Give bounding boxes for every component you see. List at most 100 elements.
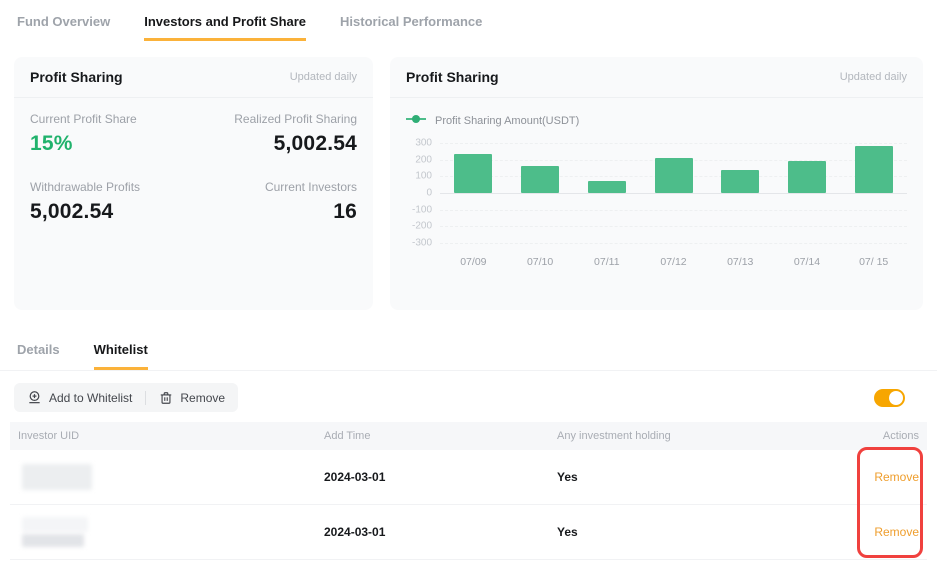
x-tick-label: 07/ 15 bbox=[840, 256, 907, 268]
chart-card-header: Profit Sharing Updated daily bbox=[390, 57, 923, 98]
trash-icon bbox=[159, 391, 173, 405]
actions-cell: Remove bbox=[853, 525, 919, 539]
header-cell-investor-uid: Investor UID bbox=[18, 430, 324, 442]
remove-button-label: Remove bbox=[180, 391, 225, 405]
x-tick-label: 07/11 bbox=[573, 256, 640, 268]
bar-column bbox=[640, 143, 707, 243]
stats-updated-note: Updated daily bbox=[290, 71, 357, 83]
bar-column bbox=[440, 143, 507, 243]
chart-x-axis: 07/0907/1007/1107/1207/1307/1407/ 15 bbox=[440, 256, 907, 268]
table-header: Investor UID Add Time Any investment hol… bbox=[10, 422, 927, 450]
y-tick-label: 100 bbox=[415, 171, 432, 182]
chart-bars bbox=[440, 143, 907, 243]
table-row: 2024-03-01 Yes Remove bbox=[10, 450, 927, 505]
chart-y-spacer bbox=[406, 256, 440, 268]
x-tick-label: 07/14 bbox=[774, 256, 841, 268]
y-tick-label: 200 bbox=[415, 154, 432, 165]
stat-label: Withdrawable Profits bbox=[30, 180, 194, 194]
gridline bbox=[440, 243, 907, 244]
y-tick-label: -300 bbox=[412, 238, 432, 249]
stat-label: Current Investors bbox=[194, 180, 358, 194]
add-time-cell: 2024-03-01 bbox=[324, 470, 557, 484]
chart-y-axis: 3002001000-100-200-300 bbox=[406, 143, 440, 243]
redacted-uid-block bbox=[22, 517, 88, 532]
investor-uid-cell bbox=[18, 517, 324, 547]
stat-value: 5,002.54 bbox=[30, 200, 194, 224]
section-tab-bar: Details Whitelist bbox=[0, 342, 937, 371]
x-tick-label: 07/13 bbox=[707, 256, 774, 268]
table-row: 2024-03-01 Yes Remove bbox=[10, 505, 927, 560]
y-tick-label: 0 bbox=[426, 188, 432, 199]
x-tick-label: 07/12 bbox=[640, 256, 707, 268]
bar-07/15 bbox=[855, 146, 893, 194]
legend-label: Profit Sharing Amount(USDT) bbox=[435, 115, 579, 127]
chart-updated-note: Updated daily bbox=[840, 71, 907, 83]
tab-fund-overview[interactable]: Fund Overview bbox=[17, 14, 110, 41]
bar-07/12 bbox=[655, 158, 693, 193]
whitelist-toolbar: Add to Whitelist Remove bbox=[14, 383, 921, 412]
stat-value: 16 bbox=[194, 200, 358, 224]
toggle-knob bbox=[889, 391, 903, 405]
remove-button[interactable]: Remove bbox=[159, 391, 225, 405]
toolbar-divider bbox=[145, 391, 146, 405]
add-to-whitelist-icon bbox=[27, 390, 42, 405]
holding-cell: Yes bbox=[557, 525, 853, 539]
stat-label: Realized Profit Sharing bbox=[194, 112, 358, 126]
bar-07/13 bbox=[721, 170, 759, 193]
profit-sharing-chart-card: Profit Sharing Updated daily Profit Shar… bbox=[390, 57, 923, 310]
stats-card-title: Profit Sharing bbox=[30, 69, 123, 85]
chart-x-row: 07/0907/1007/1107/1207/1307/1407/ 15 bbox=[406, 256, 907, 268]
stat-value: 15% bbox=[30, 132, 194, 156]
bar-07/14 bbox=[788, 161, 826, 194]
x-tick-label: 07/09 bbox=[440, 256, 507, 268]
holding-cell: Yes bbox=[557, 470, 853, 484]
cards-row: Profit Sharing Updated daily Current Pro… bbox=[14, 57, 923, 310]
whitelist-toggle[interactable] bbox=[874, 389, 905, 407]
main-tab-bar: Fund Overview Investors and Profit Share… bbox=[0, 0, 937, 41]
redacted-uid-block bbox=[22, 464, 92, 490]
chart-plot bbox=[440, 143, 907, 243]
bar-07/11 bbox=[588, 181, 626, 193]
remove-link[interactable]: Remove bbox=[874, 470, 919, 484]
add-to-whitelist-label: Add to Whitelist bbox=[49, 391, 132, 405]
tab-whitelist[interactable]: Whitelist bbox=[94, 342, 148, 370]
chart-legend: Profit Sharing Amount(USDT) bbox=[406, 114, 907, 127]
actions-cell: Remove bbox=[853, 470, 919, 484]
bar-07/10 bbox=[521, 166, 559, 194]
tab-historical-performance[interactable]: Historical Performance bbox=[340, 14, 482, 41]
remove-link[interactable]: Remove bbox=[874, 525, 919, 539]
bar-column bbox=[840, 143, 907, 243]
bar-07/09 bbox=[454, 154, 492, 193]
toolbar-button-group: Add to Whitelist Remove bbox=[14, 383, 238, 412]
stat-withdrawable-profits: Withdrawable Profits 5,002.54 bbox=[30, 180, 194, 224]
bar-column bbox=[774, 143, 841, 243]
x-tick-label: 07/10 bbox=[507, 256, 574, 268]
chart-card-title: Profit Sharing bbox=[406, 69, 499, 85]
chart-body: Profit Sharing Amount(USDT) 300 200 100 0 -1… bbox=[390, 98, 923, 268]
tab-investors-and-profit-share[interactable]: Investors and Profit Share bbox=[144, 14, 306, 41]
legend-line-dot-icon bbox=[406, 114, 426, 127]
chart-area: 3002001000-100-200-300 bbox=[406, 143, 907, 243]
header-cell-actions: Actions bbox=[853, 430, 919, 442]
tab-details[interactable]: Details bbox=[17, 342, 60, 370]
header-cell-holding: Any investment holding bbox=[557, 430, 853, 442]
bar-column bbox=[507, 143, 574, 243]
y-tick-label: 300 bbox=[415, 138, 432, 149]
bar-column bbox=[573, 143, 640, 243]
stats-grid: Current Profit Share 15% Realized Profit… bbox=[14, 98, 373, 238]
add-time-cell: 2024-03-01 bbox=[324, 525, 557, 539]
header-cell-add-time: Add Time bbox=[324, 430, 557, 442]
redacted-uid-block bbox=[22, 534, 84, 547]
stat-value: 5,002.54 bbox=[194, 132, 358, 156]
y-tick-label: -100 bbox=[412, 204, 432, 215]
stats-card-header: Profit Sharing Updated daily bbox=[14, 57, 373, 98]
stat-current-profit-share: Current Profit Share 15% bbox=[30, 112, 194, 156]
add-to-whitelist-button[interactable]: Add to Whitelist bbox=[27, 390, 132, 405]
stat-current-investors: Current Investors 16 bbox=[194, 180, 358, 224]
stat-realized-profit-sharing: Realized Profit Sharing 5,002.54 bbox=[194, 112, 358, 156]
investor-uid-cell bbox=[18, 464, 324, 490]
y-tick-label: -200 bbox=[412, 221, 432, 232]
profit-sharing-stats-card: Profit Sharing Updated daily Current Pro… bbox=[14, 57, 373, 310]
stat-label: Current Profit Share bbox=[30, 112, 194, 126]
whitelist-table: Investor UID Add Time Any investment hol… bbox=[10, 422, 927, 560]
